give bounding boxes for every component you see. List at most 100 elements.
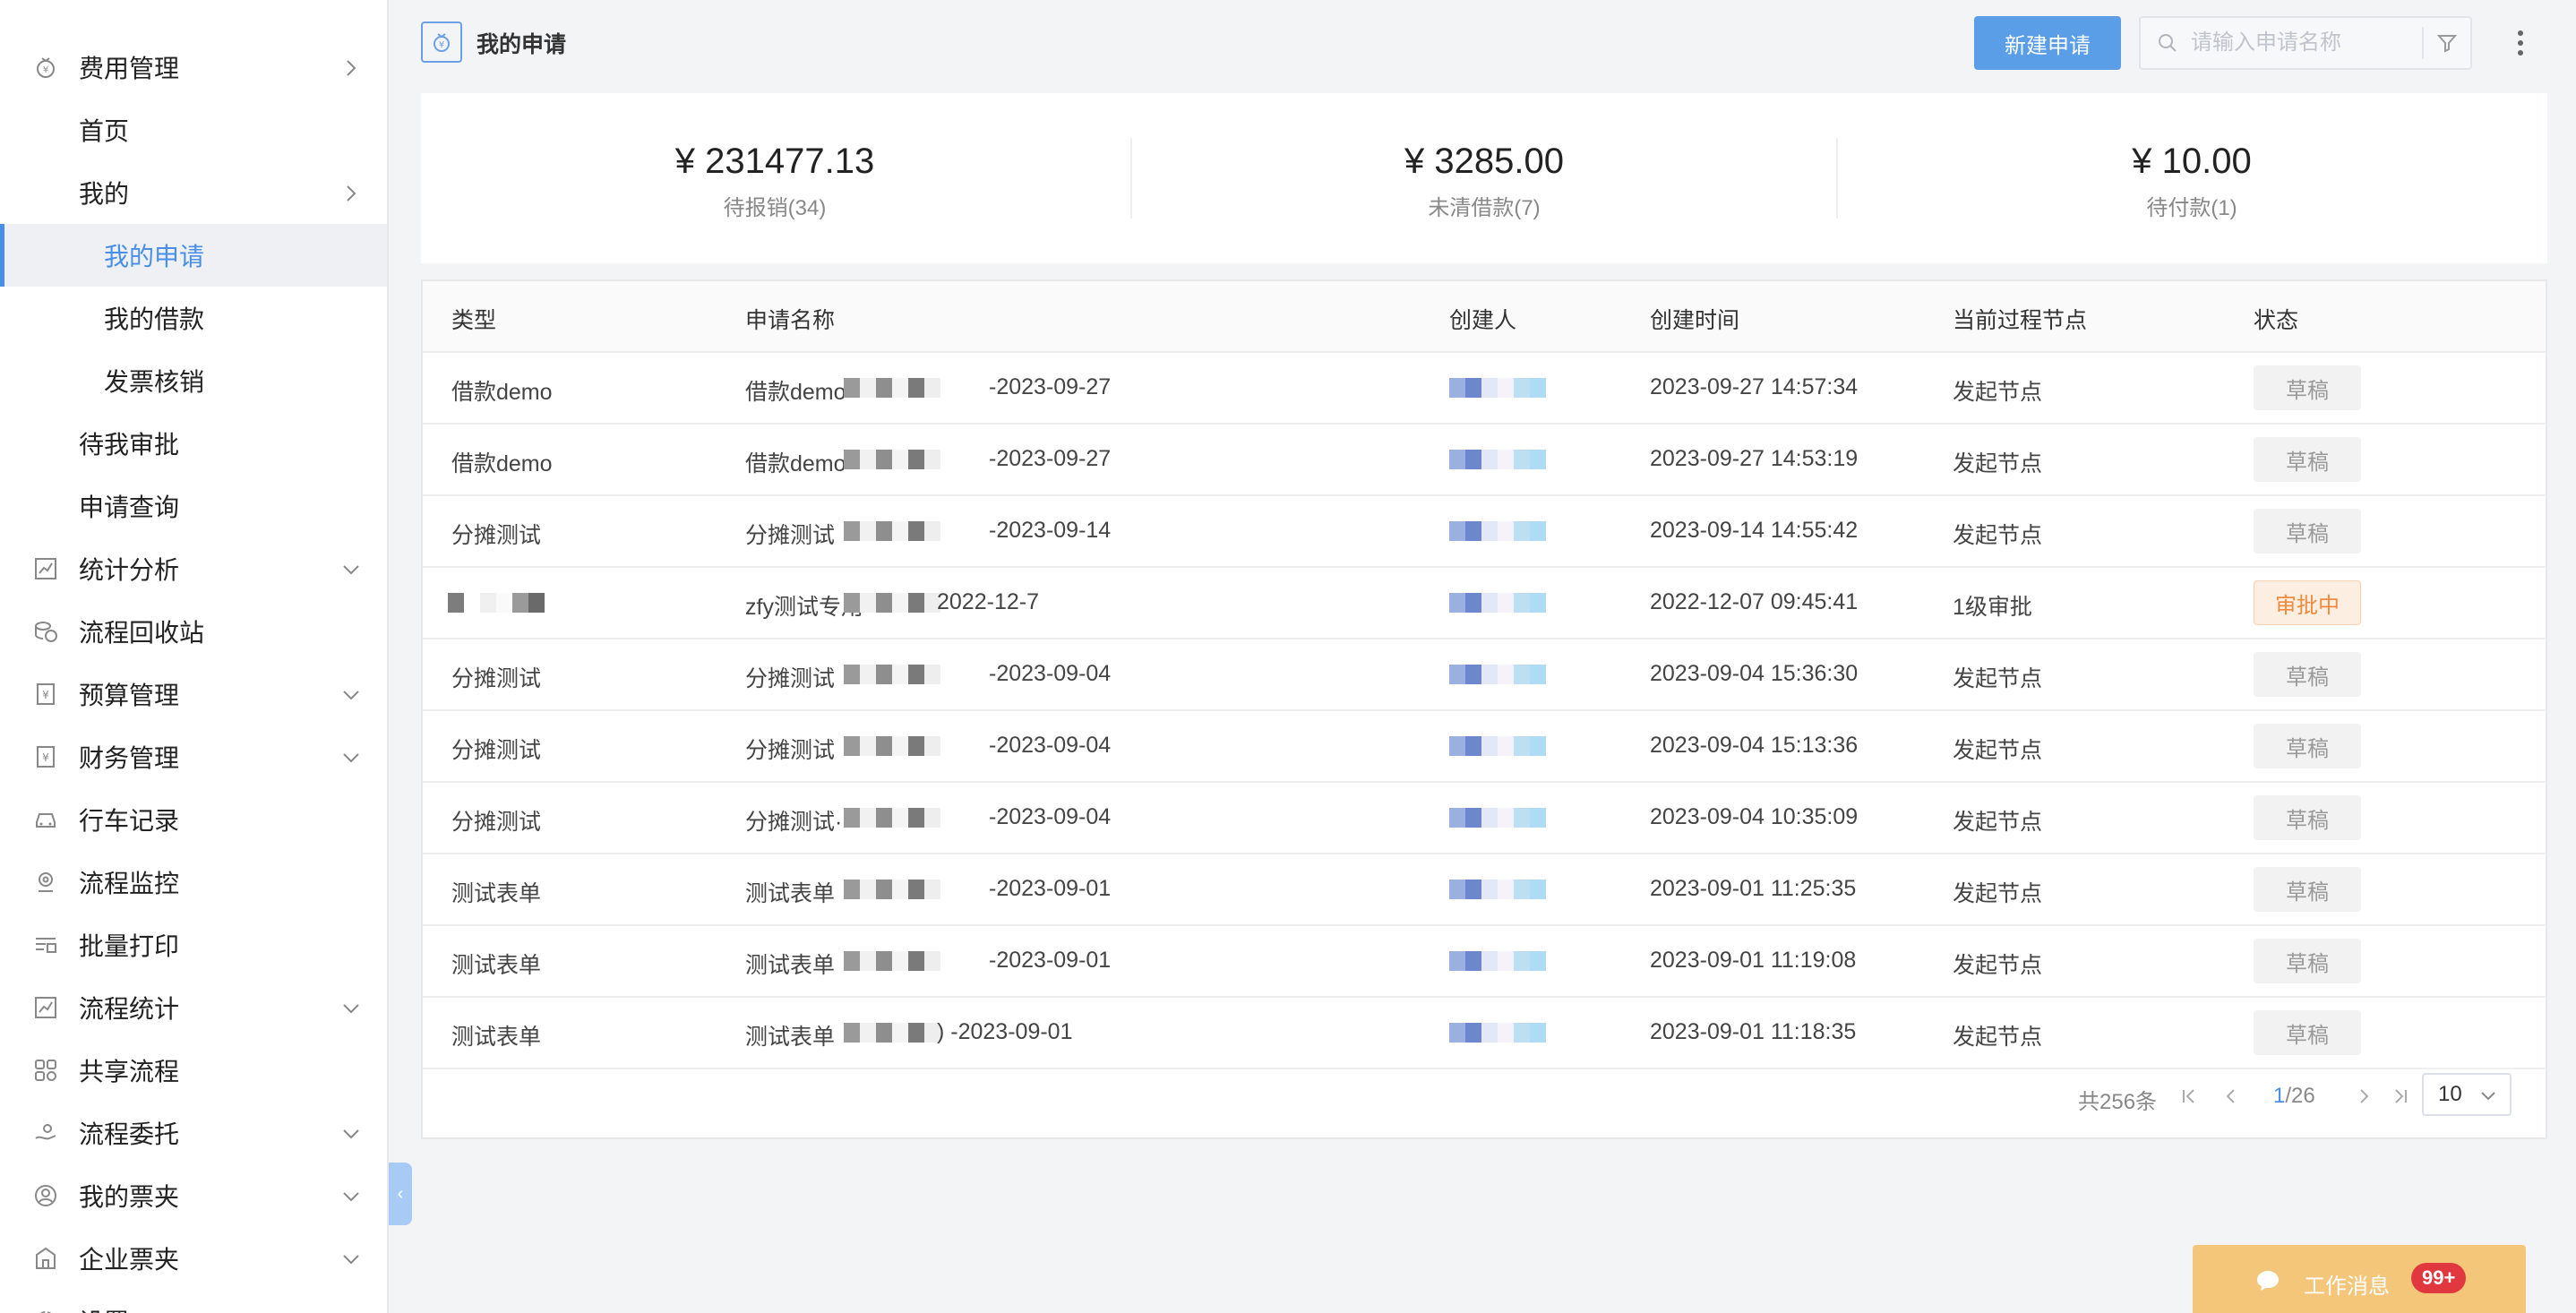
chevron-down-icon (340, 1185, 362, 1206)
sidebar-item[interactable]: 流程回收站 (0, 600, 387, 663)
chevron-down-icon (340, 683, 362, 705)
sidebar-item[interactable]: ¥ 财务管理 (0, 725, 387, 788)
redacted-name (844, 450, 940, 469)
prev-page-icon[interactable] (2220, 1084, 2241, 1109)
budget-icon: ¥ (32, 681, 59, 708)
sidebar-item-label: 财务管理 (79, 744, 180, 772)
sidebar-item[interactable]: 流程统计 (0, 976, 387, 1039)
redacted-name (844, 378, 940, 398)
status-badge: 草稿 (2254, 365, 2361, 410)
cell-current-node: 1级审批 (1953, 595, 2032, 620)
table-row[interactable]: 分摊测试 分摊测试· -2023-09-04 2023-09-04 10:35:09 发… (423, 783, 2546, 854)
sidebar-item[interactable]: 设置 (0, 1290, 387, 1313)
summary-panel: ¥ 231477.13 待报销(34) ¥ 3285.00 未清借款(7) ¥ … (421, 93, 2547, 263)
sidebar-item[interactable]: 我的票夹 (0, 1164, 387, 1227)
search-box (2139, 16, 2472, 70)
redacted-creator (1449, 736, 1546, 756)
first-page-icon[interactable] (2178, 1084, 2200, 1109)
money-bag-icon: ¥ (421, 21, 462, 63)
sidebar-item[interactable]: 流程委托 (0, 1102, 387, 1164)
sidebar-item-label: 流程统计 (79, 995, 180, 1023)
table-row[interactable]: zfy测试专用 2022-12-7 2022-12-07 09:45:41 1级审批审… (423, 568, 2546, 639)
work-messages-bar[interactable]: 工作消息 99+ (2193, 1245, 2526, 1313)
message-count-badge: 99+ (2411, 1263, 2467, 1293)
cell-name-date: -2023-09-01 (989, 876, 1112, 901)
column-header-current-node: 当前过程节点 (1953, 308, 2088, 333)
sidebar-collapse-handle[interactable]: ‹ (389, 1163, 412, 1225)
cell-type: 分摊测试 (451, 810, 542, 835)
sidebar-item[interactable]: 批量打印 (0, 914, 387, 976)
sidebar-item-label: 流程回收站 (79, 619, 205, 647)
sidebar-item[interactable]: 行车记录 (0, 788, 387, 851)
cell-type: 分摊测试 (451, 666, 542, 691)
table-row[interactable]: 分摊测试 分摊测试 -2023-09-14 2023-09-14 14:55:42 发起… (423, 496, 2546, 568)
cell-current-node: 发起节点 (1953, 666, 2043, 691)
table-row[interactable]: 测试表单 测试表单) -2023-09-01 2023-09-01 11:18:35… (423, 998, 2546, 1069)
delegate-icon (32, 1120, 59, 1146)
redacted-name (844, 1023, 940, 1043)
current-page: 1 (2273, 1084, 2286, 1108)
cell-created-time: 2023-09-27 14:53:19 (1650, 446, 1859, 471)
sidebar-item[interactable]: 统计分析 (0, 537, 387, 600)
next-page-icon[interactable] (2354, 1084, 2375, 1109)
stat-pending-reimbursement[interactable]: ¥ 231477.13 待报销(34) (421, 93, 1129, 263)
pagination-total: 共256条 (2078, 1090, 2158, 1114)
sidebar-item[interactable]: 我的借款 (0, 287, 387, 349)
sidebar-item[interactable]: ¥ 预算管理 (0, 663, 387, 725)
table-row[interactable]: 测试表单 测试表单 -2023-09-01 2023-09-01 11:19:08 发起… (423, 926, 2546, 998)
redacted-name (844, 736, 940, 756)
cell-current-node: 发起节点 (1953, 953, 2043, 978)
page-size-select[interactable]: 10 (2422, 1073, 2512, 1116)
table-row[interactable]: 分摊测试 分摊测试 -2023-09-04 2023-09-04 15:36:30 发起… (423, 639, 2546, 711)
cell-name[interactable]: 测试表单 (745, 1019, 835, 1051)
table-row[interactable]: 测试表单 测试表单 -2023-09-01 2023-09-01 11:25:35 发起… (423, 854, 2546, 926)
chevron-down-icon (340, 1122, 362, 1144)
stat-pending-payment[interactable]: ¥ 10.00 待付款(1) (1838, 93, 2546, 263)
cell-type: 分摊测试 (451, 523, 542, 548)
last-page-icon[interactable] (2390, 1084, 2411, 1109)
cell-name[interactable]: 分摊测试 (745, 733, 835, 765)
column-header-created-time: 创建时间 (1650, 308, 1740, 333)
new-application-button[interactable]: 新建申请 (1974, 16, 2121, 70)
stat-outstanding-loans[interactable]: ¥ 3285.00 未清借款(7) (1130, 93, 1838, 263)
sidebar-item-label: 我的申请 (104, 243, 205, 270)
sidebar-item[interactable]: 申请查询 (0, 475, 387, 537)
sidebar-item-label: 行车记录 (79, 807, 180, 835)
cell-name[interactable]: 分摊测试 (745, 661, 835, 693)
cell-created-time: 2023-09-04 15:36:30 (1650, 661, 1859, 686)
cell-name[interactable]: 分摊测试 (745, 518, 835, 550)
cell-created-time: 2023-09-04 15:13:36 (1650, 733, 1859, 758)
sidebar-item[interactable]: 流程监控 (0, 851, 387, 914)
cell-name[interactable]: 借款demo (745, 446, 846, 478)
sidebar-item[interactable]: 发票核销 (0, 349, 387, 412)
page-size-value: 10 (2438, 1082, 2462, 1106)
more-icon[interactable] (2510, 23, 2531, 63)
sidebar-item[interactable]: 首页 (0, 99, 387, 161)
sidebar-item[interactable]: ¥ 费用管理 (0, 36, 387, 99)
pagination: 共256条 1/26 10 (423, 1069, 2546, 1123)
search-input[interactable] (2191, 27, 2415, 59)
cell-name[interactable]: 分摊测试· (745, 804, 842, 837)
cell-name[interactable]: 测试表单 (745, 948, 835, 980)
cell-name-date: -2023-09-27 (989, 446, 1112, 471)
sidebar-item[interactable]: 待我审批 (0, 412, 387, 475)
pagination-current: 1/26 (2273, 1084, 2315, 1109)
sidebar-item[interactable]: 我的申请 (0, 224, 387, 287)
table-row[interactable]: 借款demo 借款demo -2023-09-27 2023-09-27 14:53:… (423, 425, 2546, 496)
sidebar-item-label: 统计分析 (79, 556, 180, 584)
redacted-name (844, 665, 940, 684)
cell-name-date: 2022-12-7 (937, 589, 1039, 614)
table-row[interactable]: 借款demo 借款demo -2023-09-27 2023-09-27 14:57:… (423, 353, 2546, 425)
total-pages: /26 (2285, 1084, 2315, 1108)
sidebar-item[interactable]: 企业票夹 (0, 1227, 387, 1290)
filter-icon[interactable] (2436, 32, 2458, 58)
stat-amount: ¥ 231477.13 (674, 142, 875, 181)
cell-name[interactable]: 测试表单 (745, 876, 835, 908)
table-row[interactable]: 分摊测试 分摊测试 -2023-09-04 2023-09-04 15:13:36 发起… (423, 711, 2546, 783)
sidebar-item[interactable]: 共享流程 (0, 1039, 387, 1102)
money-bag-icon: ¥ (32, 54, 59, 81)
status-badge: 草稿 (2254, 867, 2361, 912)
cell-name[interactable]: 借款demo (745, 374, 846, 407)
cell-name-date: -2023-09-01 (989, 948, 1112, 973)
sidebar-item[interactable]: 我的 (0, 161, 387, 224)
